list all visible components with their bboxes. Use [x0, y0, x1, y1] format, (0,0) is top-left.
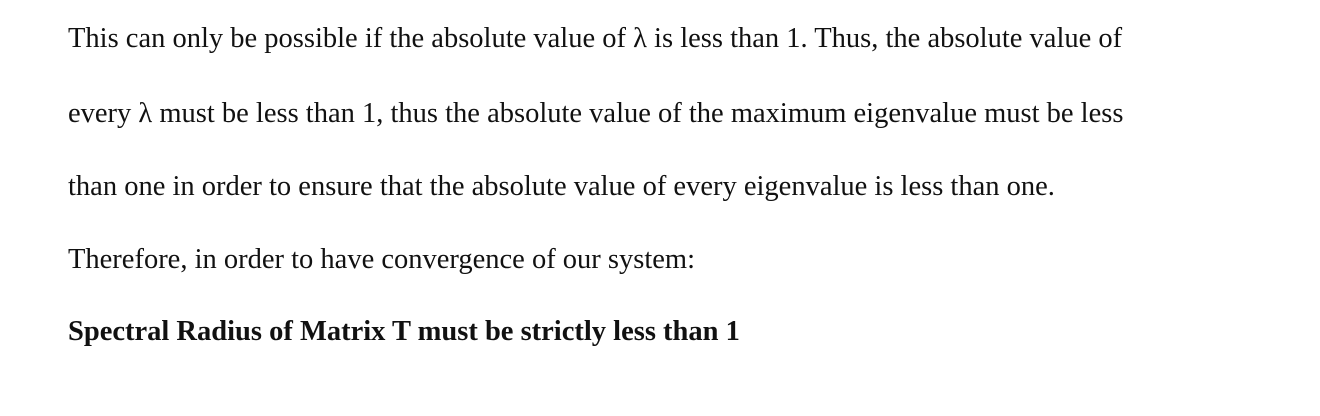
paragraph-line-2: every λ must be less than 1, thus the ab…	[68, 98, 1124, 129]
paragraph-line-1: This can only be possible if the absolut…	[68, 23, 1123, 54]
paragraph-line-3: than one in order to ensure that the abs…	[68, 171, 1055, 202]
bold-conclusion: Spectral Radius of Matrix T must be stri…	[68, 316, 740, 347]
document-page: This can only be possible if the absolut…	[0, 0, 1320, 416]
paragraph-line-4: Therefore, in order to have convergence …	[68, 244, 696, 275]
